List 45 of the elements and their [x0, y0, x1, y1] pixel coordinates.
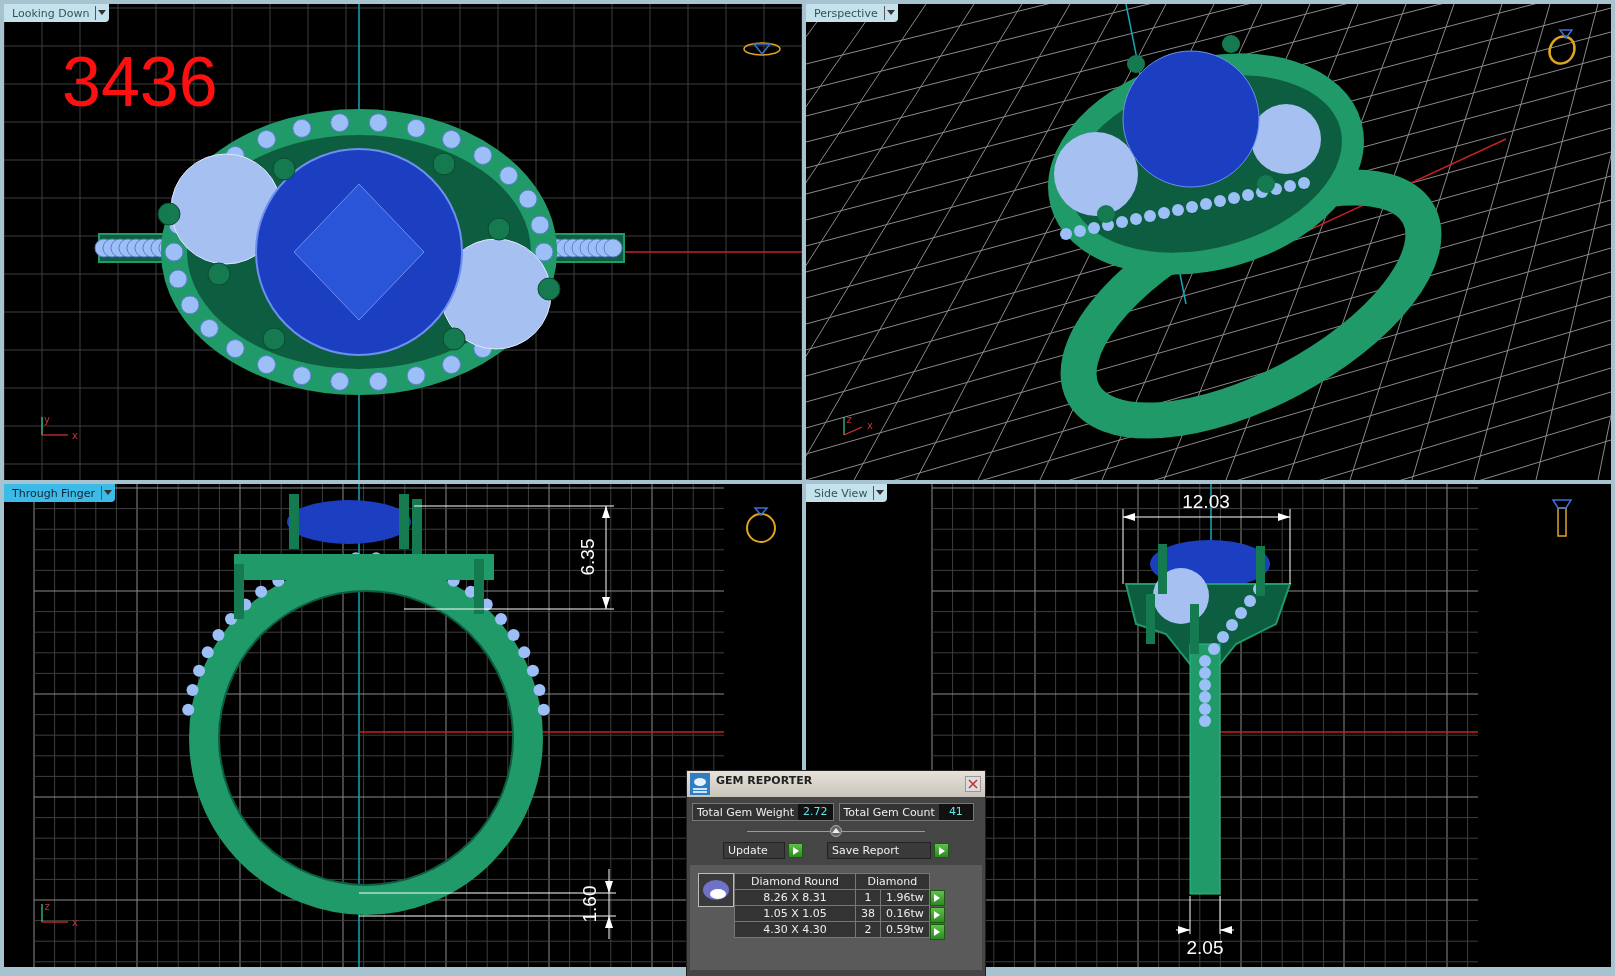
- column-header: Diamond: [855, 873, 930, 890]
- close-button[interactable]: [965, 776, 981, 792]
- caret-icon: [103, 490, 112, 496]
- gem-report-icon: [690, 773, 710, 795]
- caret-icon: [886, 10, 895, 16]
- view-menu-button[interactable]: Perspective: [806, 4, 898, 22]
- play-icon: [934, 894, 941, 902]
- axis-label: x: [867, 420, 873, 431]
- dimension-label: 6.35: [577, 538, 598, 576]
- play-icon: [934, 911, 941, 919]
- ring-view-icon: [1551, 499, 1573, 537]
- dimension-line: [1175, 895, 1235, 935]
- dimension-label: 12.03: [1182, 491, 1230, 512]
- caret-icon: [98, 10, 107, 16]
- axis-label: x: [72, 430, 78, 441]
- gem-thumbnail-icon: [698, 873, 734, 907]
- play-button[interactable]: [788, 843, 803, 858]
- column-header: Diamond Round: [734, 873, 856, 890]
- collapse-button[interactable]: [830, 825, 842, 837]
- play-icon: [934, 928, 941, 936]
- model-number: 3436: [62, 43, 218, 121]
- action-button[interactable]: Update: [723, 842, 785, 859]
- caret-icon: [832, 828, 840, 834]
- action-button[interactable]: Save Report: [827, 842, 931, 859]
- axis-label: z: [846, 414, 852, 425]
- axis-indicator: [843, 416, 863, 436]
- view-menu-button[interactable]: Side View: [806, 484, 888, 502]
- view-menu-button[interactable]: Through Finger: [4, 484, 115, 502]
- ring-view-icon: [1548, 29, 1576, 65]
- axis-label: x: [72, 917, 78, 928]
- ring-view-icon: [746, 507, 776, 543]
- caret-icon: [876, 490, 885, 496]
- ring-view-icon: [743, 42, 781, 56]
- dimension-label: 2.05: [1186, 937, 1224, 958]
- play-button[interactable]: [934, 843, 949, 858]
- play-icon: [792, 846, 799, 855]
- axis-indicator: [41, 903, 69, 923]
- axis-label: y: [44, 414, 50, 425]
- play-icon: [938, 846, 945, 855]
- axis-label: z: [44, 901, 50, 912]
- view-menu-button[interactable]: Looking Down: [4, 4, 110, 22]
- window-title: GEM REPORTER: [716, 773, 814, 787]
- close-icon: [968, 779, 978, 789]
- axis-indicator: [41, 416, 69, 436]
- dimension-label: 1.60: [579, 885, 600, 923]
